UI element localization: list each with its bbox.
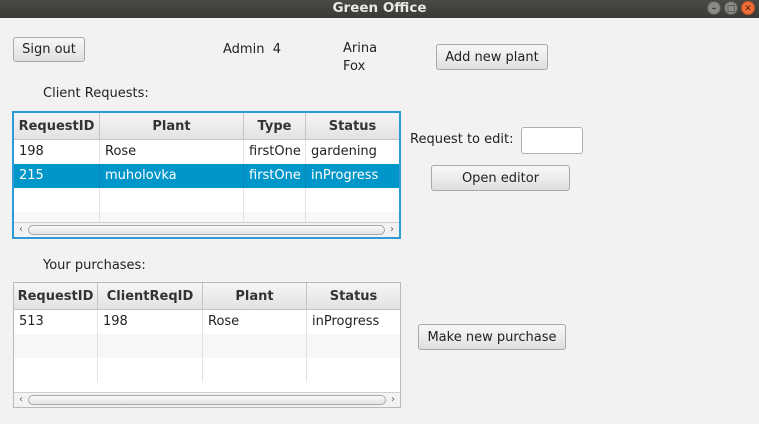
horizontal-scrollbar[interactable]: ‹ ›	[14, 222, 399, 237]
cell-plant: Rose	[100, 140, 244, 164]
column-header-plant[interactable]: Plant	[100, 113, 244, 139]
user-name: Arina Fox	[343, 40, 377, 76]
cell-status: inProgress	[312, 314, 380, 329]
user-id: 4	[272, 42, 281, 57]
client-requests-header: RequestID Plant Type Status	[14, 113, 399, 140]
user-role: Admin	[223, 42, 265, 57]
column-header-status[interactable]: Status	[306, 113, 399, 139]
column-header-clientreqid[interactable]: ClientReqID	[98, 283, 203, 309]
scrollbar-track[interactable]	[28, 395, 386, 405]
window-titlebar: Green Office – □ ✕	[0, 0, 759, 18]
table-row[interactable]: 513 198 Rose inProgress	[14, 310, 400, 334]
column-header-type[interactable]: Type	[244, 113, 306, 139]
user-last-name: Fox	[343, 59, 366, 74]
scrollbar-thumb[interactable]	[28, 395, 386, 405]
scroll-right-icon[interactable]: ›	[386, 393, 400, 407]
make-new-purchase-button[interactable]: Make new purchase	[418, 324, 566, 350]
cell-plant: muholovka	[100, 164, 244, 188]
user-info: Admin 4	[223, 42, 281, 57]
table-row-empty	[14, 358, 400, 382]
scroll-right-icon[interactable]: ›	[385, 223, 399, 237]
table-row-selected[interactable]: 215 muholovka firstOne inProgress	[14, 164, 399, 188]
column-header-requestid[interactable]: RequestID	[14, 283, 98, 309]
user-first-name: Arina	[343, 41, 378, 56]
request-to-edit-label: Request to edit:	[410, 132, 514, 147]
client-requests-title: Client Requests:	[43, 86, 149, 101]
add-new-plant-button[interactable]: Add new plant	[436, 44, 548, 70]
maximize-icon[interactable]: □	[724, 1, 738, 15]
cell-type: firstOne	[244, 164, 306, 188]
open-editor-button[interactable]: Open editor	[431, 165, 570, 191]
cell-type: firstOne	[244, 140, 306, 164]
cell-clientreqid: 198	[98, 310, 203, 334]
scroll-left-icon[interactable]: ‹	[14, 393, 28, 407]
window-controls: – □ ✕	[707, 1, 755, 17]
cell-requestid: 198	[14, 140, 100, 164]
cell-requestid: 215	[14, 164, 100, 188]
window-title: Green Office	[332, 0, 427, 16]
table-row[interactable]: 198 Rose firstOne gardening	[14, 140, 399, 164]
table-row-empty	[14, 334, 400, 358]
scrollbar-track[interactable]	[28, 225, 385, 235]
cell-plant: Rose	[203, 310, 307, 334]
scrollbar-thumb[interactable]	[28, 225, 385, 235]
cell-requestid: 513	[14, 310, 98, 334]
horizontal-scrollbar[interactable]: ‹ ›	[14, 392, 400, 407]
column-header-status[interactable]: Status	[307, 283, 400, 309]
table-row-empty	[14, 188, 399, 212]
cell-status: inProgress	[311, 168, 379, 183]
your-purchases-title: Your purchases:	[43, 258, 146, 273]
client-requests-table[interactable]: RequestID Plant Type Status 198 Rose fir…	[12, 111, 401, 239]
column-header-plant[interactable]: Plant	[203, 283, 307, 309]
cell-status: gardening	[311, 144, 377, 159]
purchases-header: RequestID ClientReqID Plant Status	[14, 283, 400, 310]
close-icon[interactable]: ✕	[741, 1, 755, 15]
request-to-edit-input[interactable]	[521, 127, 583, 154]
column-header-requestid[interactable]: RequestID	[14, 113, 100, 139]
purchases-table[interactable]: RequestID ClientReqID Plant Status 513 1…	[13, 282, 401, 408]
scroll-left-icon[interactable]: ‹	[14, 223, 28, 237]
sign-out-button[interactable]: Sign out	[13, 37, 85, 62]
minimize-icon[interactable]: –	[707, 1, 721, 15]
